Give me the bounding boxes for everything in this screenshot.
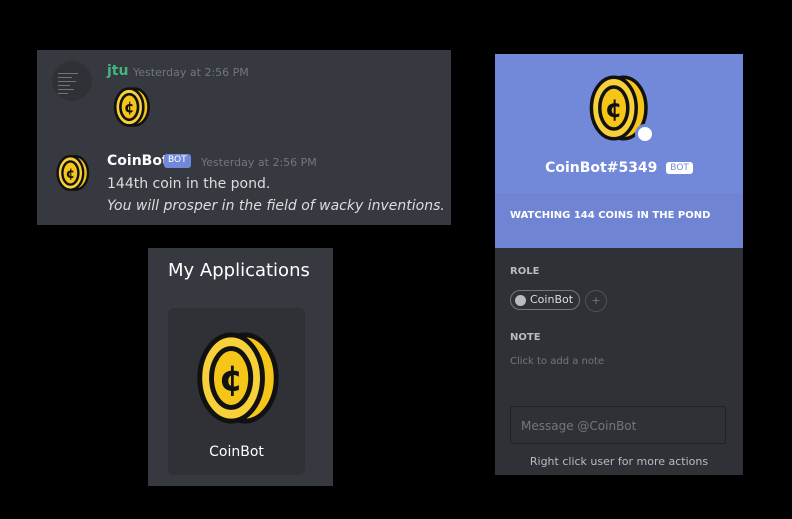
- activity-status: WATCHING 144 COINS IN THE POND: [495, 193, 743, 248]
- svg-text:¢: ¢: [66, 166, 75, 182]
- note-field[interactable]: Click to add a note: [510, 356, 604, 367]
- bot-tag: BOT: [666, 162, 693, 174]
- username-text: CoinBot#5349: [545, 160, 658, 176]
- role-name: CoinBot: [530, 293, 574, 306]
- message-timestamp: Yesterday at 2:56 PM: [201, 156, 317, 169]
- note-heading: NOTE: [510, 332, 541, 343]
- add-role-button[interactable]: +: [585, 290, 607, 312]
- message-line-italic: You will prosper in the field of wacky i…: [107, 198, 445, 214]
- coin-icon: ¢: [197, 332, 279, 424]
- application-card[interactable]: ¢ CoinBot: [168, 308, 305, 475]
- applications-panel: My Applications ¢ CoinBot: [148, 248, 333, 486]
- svg-text:¢: ¢: [124, 98, 134, 116]
- message-line: 144th coin in the pond.: [107, 176, 271, 192]
- application-name: CoinBot: [209, 444, 264, 460]
- role-color-icon: [515, 294, 526, 306]
- message-author-jtu[interactable]: jtu: [107, 63, 128, 79]
- role-pill[interactable]: CoinBot: [510, 290, 581, 310]
- jtu-avatar[interactable]: [52, 61, 92, 101]
- svg-text:¢: ¢: [605, 94, 623, 123]
- svg-text:¢: ¢: [219, 359, 244, 400]
- activity-text: WATCHING 144 COINS IN THE POND: [510, 210, 711, 221]
- message-input[interactable]: Message @CoinBot: [510, 406, 726, 444]
- coinbot-avatar[interactable]: ¢: [52, 153, 92, 193]
- profile-username[interactable]: CoinBot#5349 BOT: [495, 160, 743, 176]
- context-hint: Right click user for more actions: [529, 455, 709, 468]
- status-dot-icon: [635, 124, 655, 144]
- bot-tag: BOT: [164, 154, 191, 168]
- chat-panel: jtu Yesterday at 2:56 PM ¢ ¢ CoinBot BOT…: [37, 50, 451, 225]
- message-author-coinbot[interactable]: CoinBot: [107, 153, 169, 169]
- profile-header: ¢ CoinBot#5349 BOT: [495, 54, 743, 193]
- role-heading: ROLE: [510, 266, 540, 277]
- user-profile-popout: ¢ CoinBot#5349 BOT WATCHING 144 COINS IN…: [495, 54, 743, 475]
- message-timestamp: Yesterday at 2:56 PM: [133, 66, 249, 79]
- applications-title: My Applications: [168, 260, 310, 281]
- coin-emoji-icon: ¢: [113, 87, 150, 127]
